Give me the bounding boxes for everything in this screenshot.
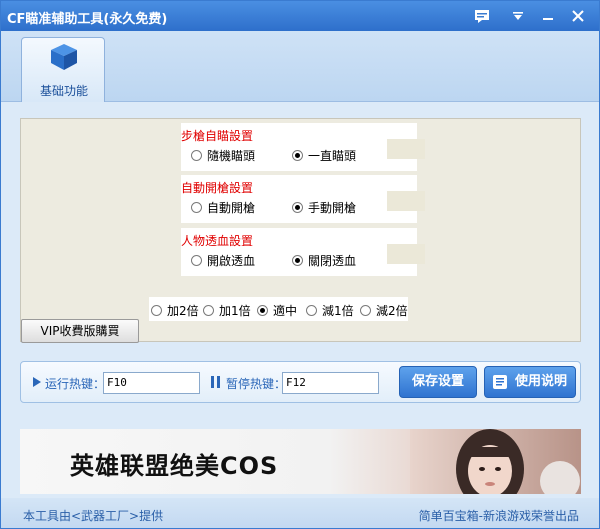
rifle-aim-title: 步槍自瞄設置 [181,129,254,143]
auto-fire-swatch [387,191,425,211]
disable-health-option[interactable]: 關閉透血 [292,252,356,269]
radio-speed-plus1[interactable] [203,305,214,316]
run-hotkey-label: 运行热键： [45,377,106,391]
window-title: CF瞄准辅助工具(永久免费) [7,12,168,27]
manual-fire-option[interactable]: 手動開槍 [292,199,356,216]
random-head-option[interactable]: 隨機瞄頭 [191,147,255,164]
speed-selector: 加2倍 加1倍 適中 減1倍 減2倍 [149,297,408,321]
radio-random-head[interactable] [191,150,202,161]
footer-bar: 本工具由<武器工厂>提供 简单百宝箱-新浪游戏荣誉出品 [1,498,599,528]
help-button[interactable]: 使用说明 [484,366,576,398]
enable-health-label: 開啟透血 [207,254,256,268]
run-hotkey-input[interactable]: F10 [103,372,200,394]
always-head-option[interactable]: 一直瞄頭 [292,147,356,164]
cube-icon [51,44,77,70]
radio-speed-plus2[interactable] [151,305,162,316]
speed-label-minus1: 減1倍 [322,304,354,318]
banner-text: 英雄联盟绝美COS [70,452,279,480]
minimize-icon[interactable] [537,5,559,27]
speed-option-plus2[interactable]: 加2倍 [151,302,199,319]
health-vision-swatch [387,244,425,264]
settings-panel: 步槍自瞄設置 隨機瞄頭 一直瞄頭 自動開槍設置 自動開槍 手動開槍 人物透血設置… [20,118,581,343]
speed-label-plus2: 加2倍 [167,304,199,318]
book-icon [493,375,507,389]
auto-fire-option[interactable]: 自動開槍 [191,199,255,216]
radio-auto-fire[interactable] [191,202,202,213]
save-settings-button[interactable]: 保存设置 [399,366,477,398]
menu-dropdown-icon[interactable] [507,5,529,27]
random-head-label: 隨機瞄頭 [207,149,256,163]
speed-option-normal[interactable]: 適中 [257,302,297,319]
rifle-aim-group: 步槍自瞄設置 隨機瞄頭 一直瞄頭 [181,123,425,171]
title-bar: CF瞄准辅助工具(永久免费) [1,1,599,31]
speed-option-minus1[interactable]: 減1倍 [306,302,354,319]
radio-speed-normal[interactable] [257,305,268,316]
pause-icon [211,376,220,388]
ad-banner[interactable]: 英雄联盟绝美COS [20,429,581,494]
banner-photo [410,429,581,494]
speed-label-minus2: 減2倍 [376,304,408,318]
hotkey-bar: 运行热键： F10 暂停热键： F12 保存设置 使用说明 [20,361,581,403]
play-icon [33,377,41,387]
footer-provider-text[interactable]: 本工具由<武器工厂>提供 [23,507,163,524]
enable-health-option[interactable]: 開啟透血 [191,252,255,269]
tab-label: 基础功能 [39,84,88,98]
app-window: CF瞄准辅助工具(永久免费) 基础功能 步槍自瞄設置 隨機瞄頭 一直瞄頭 自動開… [0,0,600,529]
close-icon[interactable] [567,5,589,27]
disable-health-label: 關閉透血 [308,254,357,268]
radio-speed-minus1[interactable] [306,305,317,316]
always-head-label: 一直瞄頭 [308,149,357,163]
rifle-aim-swatch [387,139,425,159]
tab-basic-functions[interactable]: 基础功能 [21,37,105,102]
radio-always-head[interactable] [292,150,303,161]
speed-option-plus1[interactable]: 加1倍 [203,302,251,319]
auto-fire-label: 自動開槍 [207,201,256,215]
speed-option-minus2[interactable]: 減2倍 [360,302,408,319]
manual-fire-label: 手動開槍 [308,201,357,215]
feedback-icon[interactable] [471,5,493,27]
pause-hotkey-input[interactable]: F12 [282,372,379,394]
health-vision-group: 人物透血設置 開啟透血 關閉透血 [181,228,425,276]
help-button-label: 使用说明 [514,374,567,389]
health-vision-title: 人物透血設置 [181,234,254,248]
auto-fire-title: 自動開槍設置 [181,181,254,195]
radio-disable-health[interactable] [292,255,303,266]
footer-publisher-text[interactable]: 简单百宝箱-新浪游戏荣誉出品 [419,507,579,524]
vip-purchase-button[interactable]: VIP收費版購買 [21,319,139,343]
radio-manual-fire[interactable] [292,202,303,213]
radio-enable-health[interactable] [191,255,202,266]
speed-label-plus1: 加1倍 [219,304,251,318]
pause-hotkey-label: 暂停热键： [226,377,287,391]
tab-strip: 基础功能 [1,31,599,102]
radio-speed-minus2[interactable] [360,305,371,316]
speed-label-normal: 適中 [273,304,298,318]
auto-fire-group: 自動開槍設置 自動開槍 手動開槍 [181,175,425,223]
